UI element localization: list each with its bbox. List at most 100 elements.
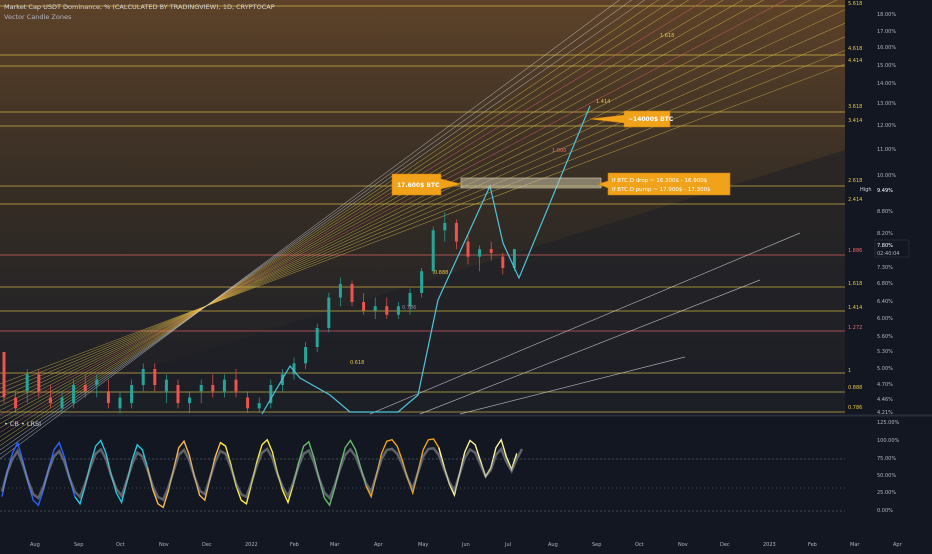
price-tick: 16.00% <box>877 45 896 51</box>
symbol-title: Market Cap USDT Dominance, % (CALCULATED… <box>4 3 275 11</box>
diag-label-1414: 1.414 <box>596 99 610 105</box>
time-tick: Dec <box>720 542 730 548</box>
fib-label-2414: 2.414 <box>848 197 862 203</box>
candle-body <box>2 352 6 398</box>
osc-tick: 50.00% <box>877 473 896 479</box>
tradingview-chart[interactable]: Market Cap USDT Dominance, % (CALCULATED… <box>0 0 932 550</box>
fib-label-1414: 1.414 <box>848 305 862 311</box>
candle-body <box>466 241 470 257</box>
candle-body <box>83 385 87 392</box>
high-label: High <box>860 187 872 193</box>
high-marker: High 9.49% <box>860 186 913 194</box>
price-tick: 11.00% <box>877 147 896 153</box>
fib-label-1618: 1.618 <box>848 281 862 287</box>
candle-body <box>48 397 52 404</box>
candle-body <box>188 397 192 404</box>
price-tick: 8.80% <box>877 209 893 215</box>
drop-scenario-text: If BTC.D drop ~ 16.300$ - 16.900$ <box>612 178 708 184</box>
price-tick: 5.60% <box>877 334 893 340</box>
fib-label-2618: 2.618 <box>848 178 862 184</box>
time-tick: 2022 <box>245 542 258 548</box>
target-zone-box[interactable] <box>460 177 602 189</box>
candle-body <box>396 306 400 315</box>
chart-canvas[interactable]: Market Cap USDT Dominance, % (CALCULATED… <box>0 0 932 550</box>
candle-body <box>176 385 180 404</box>
diag-label-1618: 1.618 <box>660 33 674 39</box>
price-tick: 6.00% <box>877 316 893 322</box>
last-price-marker: 7.80% 02:40:04 <box>874 239 910 258</box>
callout-btcd-scenarios[interactable]: If BTC.D drop ~ 16.300$ - 16.900$ If BTC… <box>597 172 731 196</box>
candle-body <box>373 306 377 311</box>
time-tick: Feb <box>808 542 817 548</box>
time-tick: Jun <box>461 542 470 548</box>
candle-body <box>234 379 238 392</box>
time-tick: Oct <box>116 542 125 548</box>
candle-body <box>141 369 145 385</box>
candle-body <box>118 397 122 409</box>
oscillator-pane-background <box>0 417 845 533</box>
label-0618: 0.618 <box>350 360 364 366</box>
time-tick: Feb <box>290 542 299 548</box>
countdown-value: 02:40:04 <box>877 251 899 257</box>
time-tick: Apr <box>374 542 384 548</box>
price-tick: 4.21% <box>877 410 893 416</box>
candle-body <box>315 328 319 347</box>
callout-target-btc-text: ~14000$ BTC <box>628 116 674 123</box>
candle-body <box>478 249 482 257</box>
fib-label-1: 1 <box>848 368 851 374</box>
time-tick: Nov <box>159 542 169 548</box>
osc-tick: 0.00% <box>877 508 893 514</box>
time-tick: Sep <box>74 542 83 548</box>
price-tick: 12.00% <box>877 123 896 129</box>
price-tick: 4.70% <box>877 382 893 388</box>
candle-body <box>338 284 342 298</box>
time-axis[interactable]: Aug Sep Oct Nov Dec 2022 Feb Mar Apr May… <box>30 542 903 548</box>
oscillator-title: • CB • LRSI <box>4 420 41 428</box>
candle-body <box>327 297 331 328</box>
time-tick: Oct <box>635 542 644 548</box>
callout-zone-btc-text: 17.600$ BTC <box>397 182 440 189</box>
candle-body <box>489 249 493 253</box>
candle-body <box>501 256 505 268</box>
price-tick: 8.20% <box>877 231 893 237</box>
time-tick: Sep <box>592 542 601 548</box>
fib-label-0888: 0.888 <box>848 385 862 391</box>
candle-body <box>443 223 447 231</box>
candle-body <box>431 230 435 272</box>
osc-tick: 100.00% <box>877 438 899 444</box>
candle-body <box>106 391 110 404</box>
osc-tick: 75.00% <box>877 456 896 462</box>
time-tick: Nov <box>678 542 688 548</box>
fib-label-4618: 4.618 <box>848 46 862 52</box>
price-tick: 14.00% <box>877 81 896 87</box>
candle-body <box>454 223 458 242</box>
osc-tick: 25.00% <box>877 490 896 496</box>
time-tick: Mar <box>850 542 860 548</box>
candle-body <box>95 379 99 385</box>
label-0786: 0.786 <box>402 305 416 311</box>
candle-body <box>153 369 157 385</box>
price-tick: 15.00% <box>877 63 896 69</box>
time-tick: Jul <box>504 542 511 548</box>
fib-label-1272: 1.272 <box>848 325 862 331</box>
indicator-title: Vector Candle Zones <box>4 13 72 21</box>
osc-tick: 125.00% <box>877 420 899 426</box>
candle-body <box>362 302 366 311</box>
price-tick: 6.80% <box>877 281 893 287</box>
time-tick: May <box>418 542 428 548</box>
time-tick: Aug <box>548 542 558 548</box>
candle-body <box>304 347 308 364</box>
price-tick: 7.30% <box>877 265 893 271</box>
candle-body <box>350 284 354 302</box>
price-tick: 5.30% <box>877 349 893 355</box>
candle-body <box>420 271 424 293</box>
candle-body <box>14 397 18 409</box>
price-tick: 4.46% <box>877 397 893 403</box>
last-price-value: 7.80% <box>877 243 893 249</box>
fib-label-1886: 1.886 <box>848 248 862 254</box>
fib-label-0786: 0.786 <box>848 405 862 411</box>
candle-body <box>37 374 41 392</box>
candle-body <box>257 403 261 409</box>
candle-body <box>222 379 226 392</box>
label-0888: 0.888 <box>434 270 448 276</box>
